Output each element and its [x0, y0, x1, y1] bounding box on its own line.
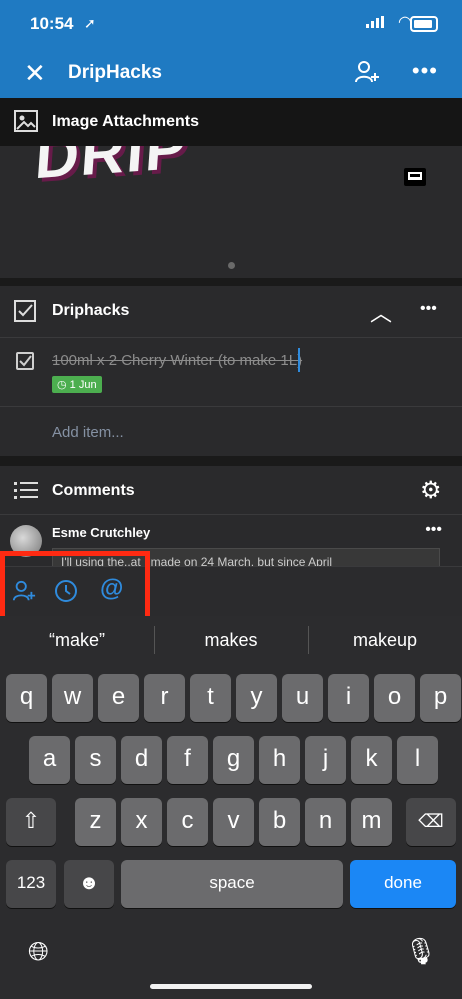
key-r[interactable]: r — [144, 674, 185, 722]
backspace-key[interactable]: ⌫ — [406, 798, 456, 846]
attachment-artwork: DRIP — [33, 146, 191, 192]
image-icon — [14, 110, 38, 132]
key-i[interactable]: i — [328, 674, 369, 722]
key-v[interactable]: v — [213, 798, 254, 846]
text-cursor — [298, 348, 300, 372]
checklist-more-icon[interactable]: ••• — [420, 300, 437, 318]
location-arrow-icon: ➚ — [84, 15, 96, 31]
checklist-item[interactable]: 100ml x 2 Cherry Winter (to make 1L) ◷ 1… — [0, 337, 462, 406]
suggestion-3[interactable]: makeup — [308, 630, 462, 651]
gear-icon[interactable]: ⚙ — [420, 476, 442, 505]
due-date-badge[interactable]: ◷ 1 Jun — [52, 376, 102, 393]
signal-icon — [366, 16, 384, 28]
key-c[interactable]: c — [167, 798, 208, 846]
key-u[interactable]: u — [282, 674, 323, 722]
add-item-row[interactable]: Add item... — [0, 406, 462, 457]
card-header: ✕ DripHacks ••• — [0, 48, 462, 98]
chevron-up-icon[interactable]: ︿ — [370, 296, 392, 328]
checklist-icon — [14, 300, 36, 322]
due-date-text: 1 Jun — [69, 379, 97, 391]
key-z[interactable]: z — [75, 798, 116, 846]
suggestion-2[interactable]: makes — [154, 630, 308, 651]
page-indicator-dot — [228, 262, 235, 269]
key-f[interactable]: f — [167, 736, 208, 784]
status-bar: 10:54 ➚ ◠ — [0, 0, 462, 48]
key-e[interactable]: e — [98, 674, 139, 722]
comments-title: Comments — [52, 482, 135, 499]
comment-author: Esme Crutchley — [52, 525, 151, 540]
attachments-title: Image Attachments — [52, 113, 199, 130]
key-h[interactable]: h — [259, 736, 300, 784]
microphone-icon[interactable]: 🎙︎ — [404, 936, 437, 967]
key-l[interactable]: l — [397, 736, 438, 784]
add-member-icon[interactable] — [12, 579, 36, 603]
key-b[interactable]: b — [259, 798, 300, 846]
home-indicator — [150, 984, 312, 989]
keyboard-accessory-bar: @ — [0, 551, 462, 625]
comments-header: Comments ⚙ — [0, 466, 462, 514]
key-g[interactable]: g — [213, 736, 254, 784]
checklist-item-text[interactable]: 100ml x 2 Cherry Winter (to make 1L) — [52, 352, 302, 369]
divider — [0, 456, 462, 466]
checklist-header: Driphacks ︿ ••• — [0, 286, 462, 336]
key-o[interactable]: o — [374, 674, 415, 722]
clock-icon[interactable] — [54, 579, 78, 603]
divider — [0, 278, 462, 286]
comment-more-icon[interactable]: ••• — [425, 521, 442, 539]
emoji-key[interactable]: ☻ — [64, 860, 114, 908]
key-k[interactable]: k — [351, 736, 392, 784]
numbers-key[interactable]: 123 — [6, 860, 56, 908]
mention-icon[interactable]: @ — [100, 575, 123, 603]
done-key[interactable]: done — [350, 860, 456, 908]
key-s[interactable]: s — [75, 736, 116, 784]
key-x[interactable]: x — [121, 798, 162, 846]
add-item-label[interactable]: Add item... — [52, 424, 124, 441]
key-d[interactable]: d — [121, 736, 162, 784]
shift-key[interactable]: ⇧ — [6, 798, 56, 846]
checklist-title: Driphacks — [52, 302, 130, 319]
add-member-icon[interactable] — [354, 60, 380, 84]
checked-checkbox[interactable] — [16, 352, 34, 370]
key-j[interactable]: j — [305, 736, 346, 784]
attachments-bar: Image Attachments — [0, 98, 462, 146]
space-key[interactable]: space — [121, 860, 343, 908]
key-y[interactable]: y — [236, 674, 277, 722]
suggestion-1[interactable]: “make” — [0, 630, 154, 651]
globe-icon[interactable]: 🌐︎ — [28, 936, 49, 968]
key-q[interactable]: q — [6, 674, 47, 722]
battery-icon — [410, 16, 438, 32]
attachment-image[interactable]: DRIP — [0, 146, 462, 278]
key-m[interactable]: m — [351, 798, 392, 846]
key-w[interactable]: w — [52, 674, 93, 722]
key-t[interactable]: t — [190, 674, 231, 722]
status-time: 10:54 — [30, 14, 74, 33]
key-a[interactable]: a — [29, 736, 70, 784]
fullscreen-icon[interactable] — [404, 168, 426, 186]
key-n[interactable]: n — [305, 798, 346, 846]
key-p[interactable]: p — [420, 674, 461, 722]
list-icon — [14, 482, 38, 499]
card-title: DripHacks — [68, 62, 162, 83]
keyboard: “make” makes makeup qwertyuiop asdfghjkl z… — [0, 616, 462, 999]
suggestion-bar: “make” makes makeup — [0, 616, 462, 666]
close-icon[interactable]: ✕ — [24, 58, 46, 89]
more-icon[interactable]: ••• — [412, 58, 438, 84]
